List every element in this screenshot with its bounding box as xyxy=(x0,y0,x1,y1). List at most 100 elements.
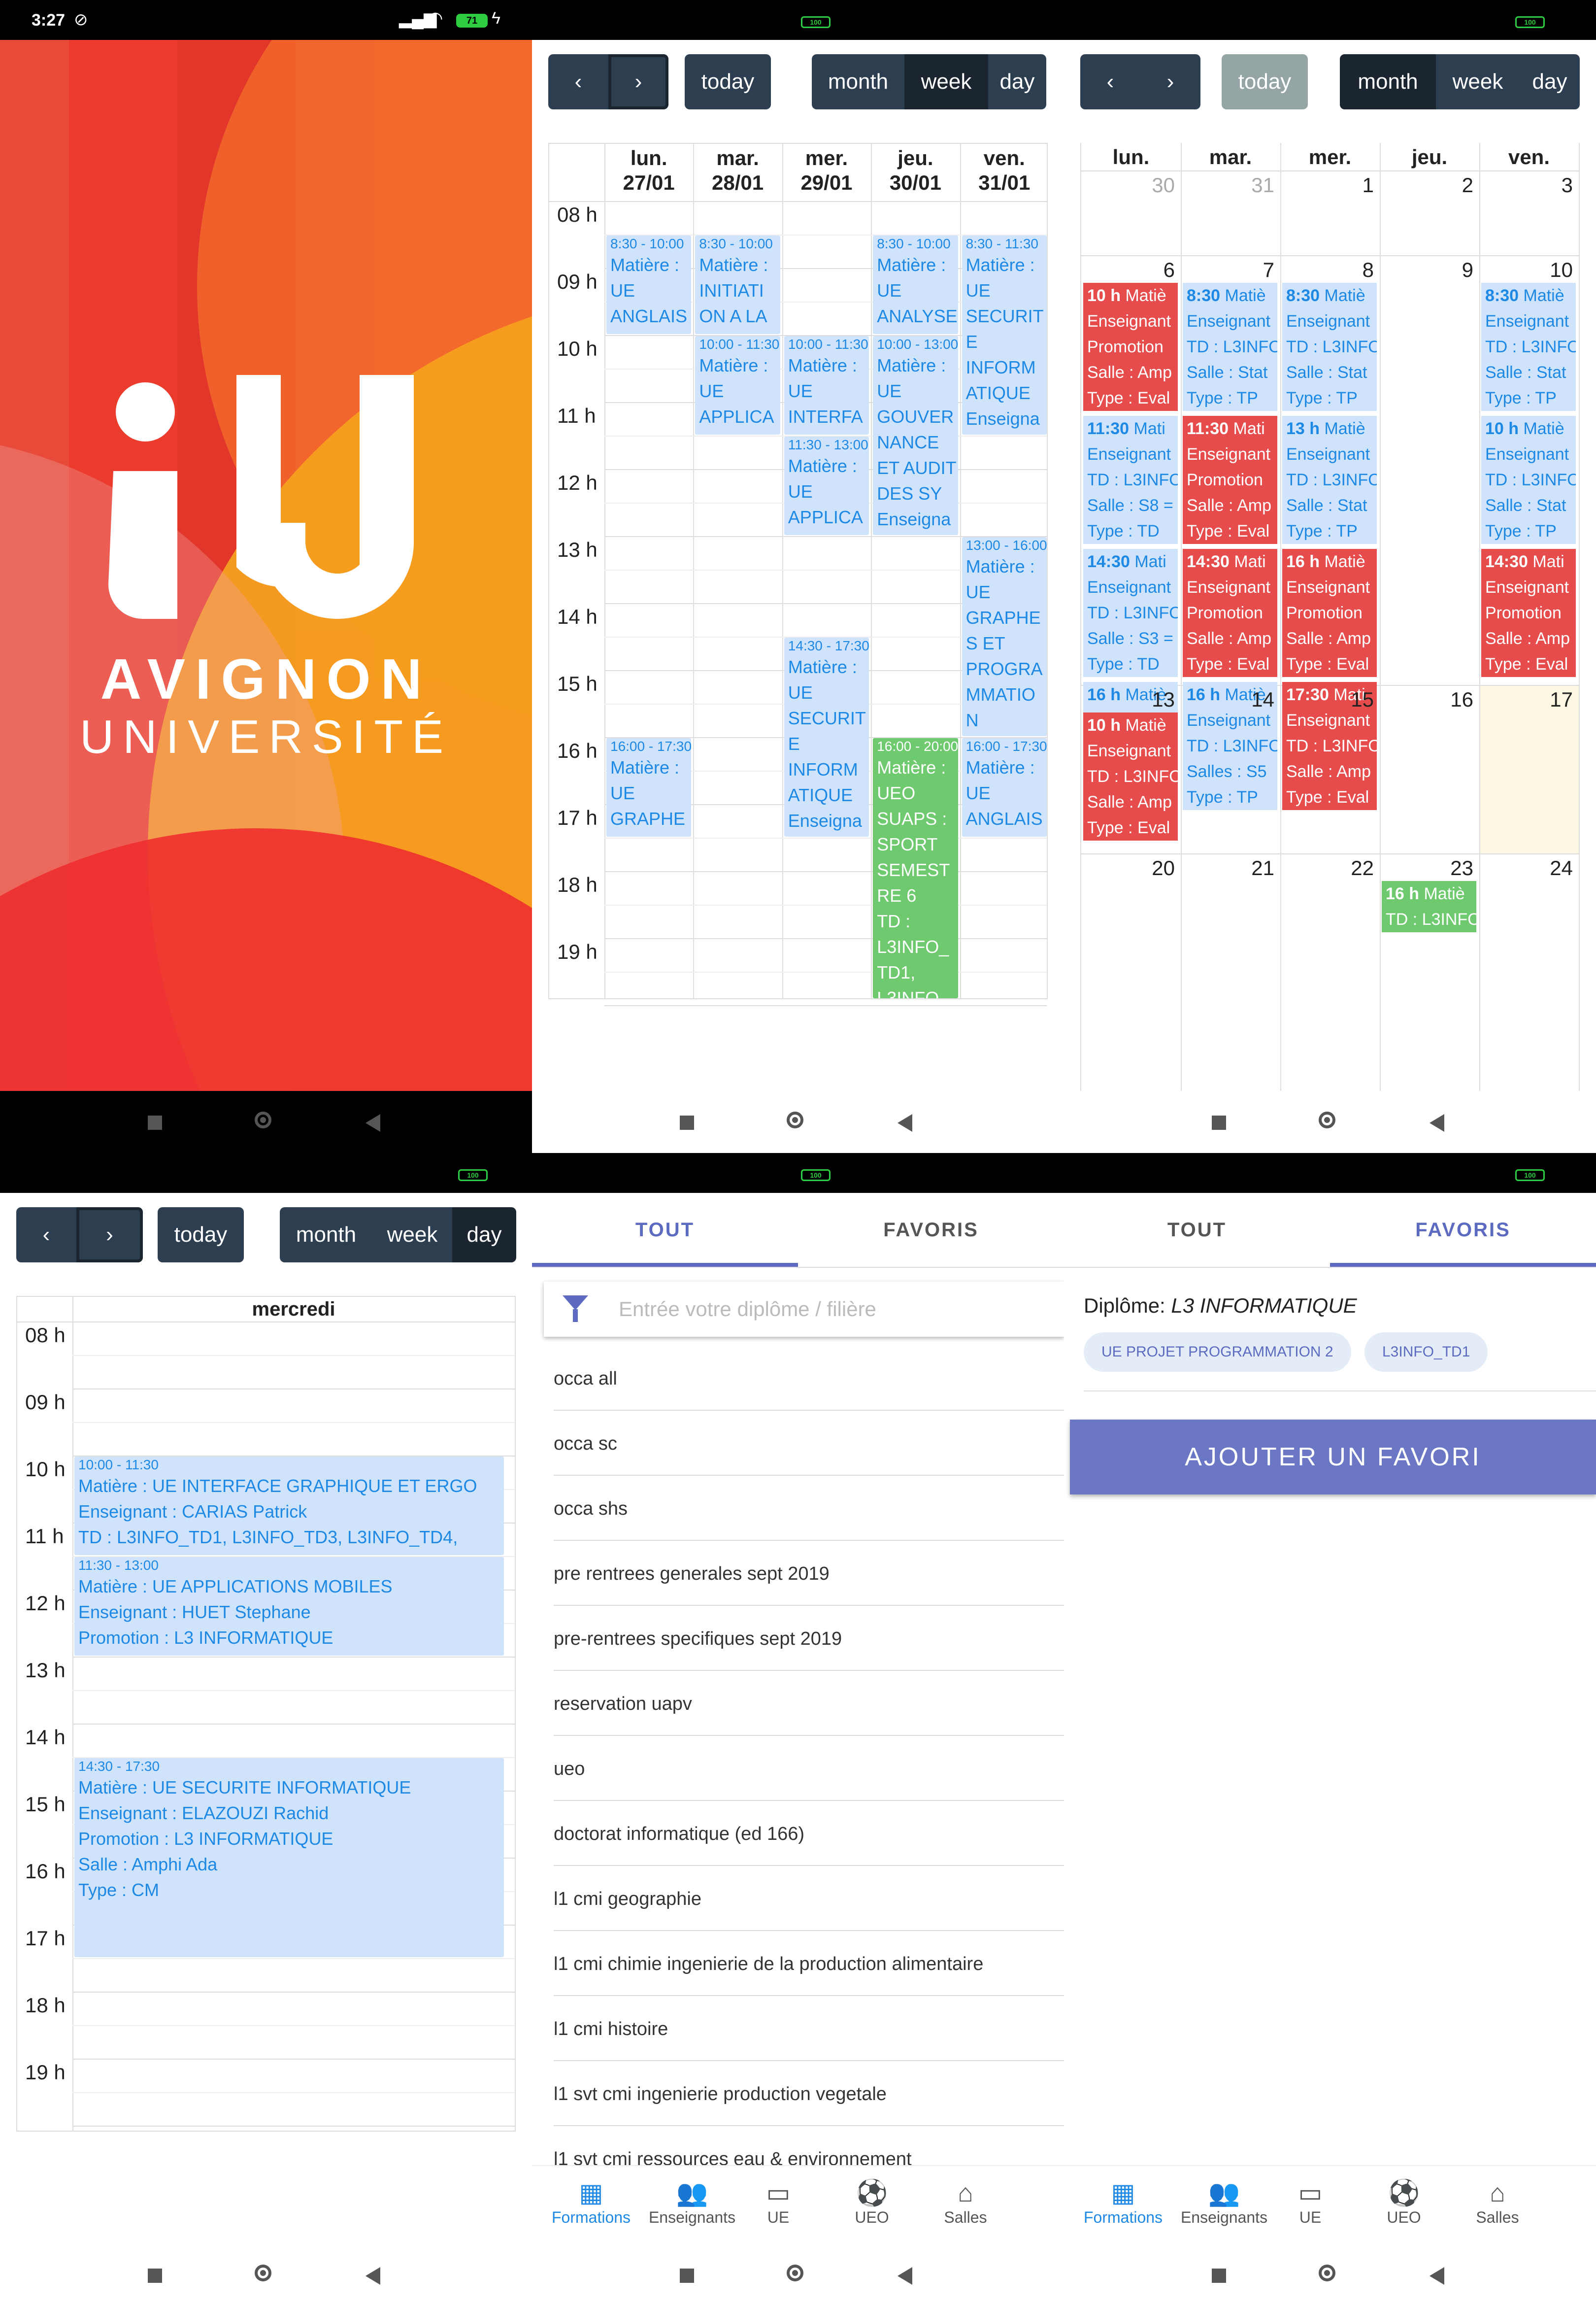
calendar-event[interactable]: 8:30 - 11:30 Matière : UE SECURIT E INFORM ATI… xyxy=(962,236,1047,435)
day-number[interactable]: 1 xyxy=(1280,173,1374,197)
tab-all[interactable]: TOUT xyxy=(532,1193,798,1267)
month-event[interactable]: 10 h Matiè Enseignant TD : L3INFO Salle : S… xyxy=(1481,416,1576,544)
recents-icon[interactable] xyxy=(1212,2269,1226,2283)
day-number[interactable]: 17 xyxy=(1479,688,1573,712)
next-button[interactable]: › xyxy=(76,1207,143,1262)
tab-all[interactable]: TOUT xyxy=(1064,1193,1330,1267)
day-number[interactable]: 2 xyxy=(1380,173,1473,197)
day-number[interactable]: 31 xyxy=(1181,173,1274,197)
calendar-event[interactable]: 14:30 - 17:30 Matière : UE SECURITE INFOR… xyxy=(74,1758,504,1957)
back-icon[interactable] xyxy=(366,1114,380,1132)
prev-button[interactable]: ‹ xyxy=(16,1207,76,1262)
calendar-event[interactable]: 10:00 - 13:00 Matière : UE GOUVER NANCE ET AU… xyxy=(873,336,958,535)
back-icon[interactable] xyxy=(898,2267,912,2285)
day-number[interactable]: 6 xyxy=(1081,258,1175,282)
list-item[interactable]: pre rentrees generales sept 2019 xyxy=(554,1542,1064,1606)
day-number[interactable]: 24 xyxy=(1479,856,1573,880)
month-event[interactable]: 16 h Matiè TD : L3INFO xyxy=(1382,881,1476,932)
search-box[interactable]: Entrée votre diplôme / filière xyxy=(544,1282,1064,1337)
day-number[interactable]: 22 xyxy=(1280,856,1374,880)
list-item[interactable]: l1 cmi geographie xyxy=(554,1867,1064,1931)
day-number[interactable]: 14 xyxy=(1181,688,1274,712)
month-button[interactable]: month xyxy=(812,54,904,109)
recents-icon[interactable] xyxy=(148,1116,162,1130)
month-event[interactable]: 14:30 Mati Enseignant Promotion Salle : Amp… xyxy=(1183,549,1277,677)
home-icon[interactable] xyxy=(1319,1112,1335,1128)
day-number[interactable]: 15 xyxy=(1280,688,1374,712)
day-number[interactable]: 23 xyxy=(1380,856,1473,880)
calendar-event[interactable]: 10:00 - 11:30 Matière : UE INTERFA xyxy=(784,336,869,435)
bottom-nav-item-formations[interactable]: ▦ Formations xyxy=(552,2178,631,2227)
back-icon[interactable] xyxy=(1430,1114,1444,1132)
today-button[interactable]: today xyxy=(685,54,771,109)
next-button[interactable]: › xyxy=(608,54,668,109)
month-event[interactable]: 10 h Matiè Enseignant TD : L3INFO Salle : A… xyxy=(1083,712,1178,841)
bottom-nav-item-ueo[interactable]: ⚽ UEO xyxy=(832,2178,911,2227)
calendar-event[interactable]: 8:30 - 10:00 Matière : INITIATI ON A LA xyxy=(695,236,780,334)
calendar-event[interactable]: 13:00 - 16:00 Matière : UE GRAPHE S ET PROGRA… xyxy=(962,537,1047,736)
month-button[interactable]: month xyxy=(1340,54,1436,109)
month-event[interactable]: 10 h Matiè Enseignant Promotion Salle : Amp… xyxy=(1083,283,1178,411)
home-icon[interactable] xyxy=(787,2265,803,2281)
month-event[interactable]: 11:30 Mati Enseignant TD : L3INFO Salle : S… xyxy=(1083,416,1178,544)
day-button[interactable]: day xyxy=(452,1207,516,1262)
month-event[interactable]: 8:30 Matiè Enseignant TD : L3INFO Salle : S… xyxy=(1282,283,1377,411)
search-placeholder[interactable]: Entrée votre diplôme / filière xyxy=(619,1282,876,1337)
month-event[interactable]: 14:30 Mati Enseignant TD : L3INFO Salle : S… xyxy=(1083,549,1178,677)
bottom-nav-item-enseignants[interactable]: 👥 Enseignants xyxy=(1165,2178,1283,2227)
list-item[interactable]: pre-rentrees specifiques sept 2019 xyxy=(554,1607,1064,1671)
day-number[interactable]: 10 xyxy=(1479,258,1573,282)
day-number[interactable]: 30 xyxy=(1081,173,1175,197)
bottom-nav-item-salles[interactable]: ⌂ Salles xyxy=(1458,2178,1537,2227)
bottom-nav-item-ueo[interactable]: ⚽ UEO xyxy=(1364,2178,1443,2227)
bottom-nav-item-salles[interactable]: ⌂ Salles xyxy=(926,2178,1005,2227)
back-icon[interactable] xyxy=(366,2267,380,2285)
bottom-nav-item-ue[interactable]: ▭ UE xyxy=(1271,2178,1350,2227)
month-event[interactable]: 8:30 Matiè Enseignant TD : L3INFO Salle : S… xyxy=(1183,283,1277,411)
calendar-event[interactable]: 10:00 - 11:30 Matière : UE INTERFACE GRAP… xyxy=(74,1457,504,1555)
calendar-event[interactable]: 10:00 - 11:30 Matière : UE APPLICA xyxy=(695,336,780,435)
prev-button[interactable]: ‹ xyxy=(1080,54,1140,109)
bottom-nav-item-formations[interactable]: ▦ Formations xyxy=(1084,2178,1163,2227)
month-event[interactable]: 14:30 Mati Enseignant Promotion Salle : Amp… xyxy=(1481,549,1576,677)
calendar-event[interactable]: 11:30 - 13:00 Matière : UE APPLICA xyxy=(784,437,869,535)
list-item[interactable]: ueo xyxy=(554,1737,1064,1801)
week-button[interactable]: week xyxy=(904,54,988,109)
list-item[interactable]: occa all xyxy=(554,1347,1064,1411)
list-item[interactable]: reservation uapv xyxy=(554,1672,1064,1736)
month-event[interactable]: 11:30 Mati Enseignant Promotion Salle : Amp… xyxy=(1183,416,1277,544)
list-item[interactable]: doctorat informatique (ed 166) xyxy=(554,1802,1064,1866)
calendar-event[interactable]: 16:00 - 17:30 Matière : UE ANGLAIS xyxy=(962,738,1047,837)
recents-icon[interactable] xyxy=(148,2269,162,2283)
home-icon[interactable] xyxy=(255,2265,271,2281)
tab-favorites[interactable]: FAVORIS xyxy=(1330,1193,1596,1267)
recents-icon[interactable] xyxy=(1212,1116,1226,1130)
list-item[interactable]: l1 svt cmi ingenierie production vegetal… xyxy=(554,2062,1064,2126)
bottom-nav-item-ue[interactable]: ▭ UE xyxy=(739,2178,818,2227)
favorite-chip[interactable]: UE PROJET PROGRAMMATION 2 xyxy=(1084,1332,1351,1372)
list-item[interactable]: l1 cmi histoire xyxy=(554,1997,1064,2061)
recents-icon[interactable] xyxy=(680,1116,694,1130)
next-button[interactable]: › xyxy=(1140,54,1200,109)
add-favorite-button[interactable]: AJOUTER UN FAVORI xyxy=(1070,1420,1596,1494)
home-icon[interactable] xyxy=(1319,2265,1335,2281)
day-number[interactable]: 3 xyxy=(1479,173,1573,197)
calendar-event[interactable]: 16:00 - 17:30 Matière : UE GRAPHE xyxy=(606,738,692,837)
back-icon[interactable] xyxy=(898,1114,912,1132)
list-item[interactable]: l1 cmi chimie ingenierie de la productio… xyxy=(554,1932,1064,1996)
month-event[interactable]: 16 h Matiè Enseignant Promotion Salle : Amp… xyxy=(1282,549,1377,677)
month-event[interactable]: 13 h Matiè Enseignant TD : L3INFO Salle : S… xyxy=(1282,416,1377,544)
calendar-event[interactable]: 11:30 - 13:00 Matière : UE APPLICATIONS M… xyxy=(74,1557,504,1656)
month-event[interactable]: 8:30 Matiè Enseignant TD : L3INFO Salle : S… xyxy=(1481,283,1576,411)
day-number[interactable]: 13 xyxy=(1081,688,1175,712)
calendar-event[interactable]: 8:30 - 10:00 Matière : UE ANGLAIS xyxy=(606,236,692,334)
home-icon[interactable] xyxy=(787,1112,803,1128)
week-button[interactable]: week xyxy=(372,1207,452,1262)
day-number[interactable]: 7 xyxy=(1181,258,1274,282)
prev-button[interactable]: ‹ xyxy=(548,54,608,109)
day-number[interactable]: 9 xyxy=(1380,258,1473,282)
list-item[interactable]: occa sc xyxy=(554,1412,1064,1476)
calendar-event[interactable]: 16:00 - 20:00 Matière : UEO SUAPS : SPORT SEM… xyxy=(873,738,958,998)
home-icon[interactable] xyxy=(255,1112,271,1128)
today-button[interactable]: today xyxy=(158,1207,244,1262)
